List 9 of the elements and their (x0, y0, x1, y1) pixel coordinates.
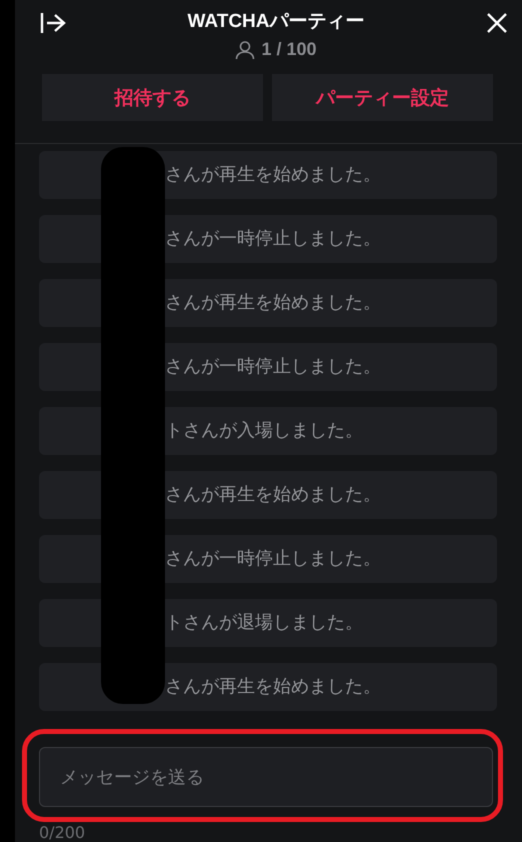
member-count: 1 / 100 (261, 39, 317, 60)
action-button[interactable]: パーティー設定 (272, 74, 493, 122)
person-icon (235, 40, 256, 60)
action-button[interactable]: 招待する (42, 74, 263, 122)
char-counter: 0/200 (39, 823, 86, 842)
party-title: WATCHAパーティー (188, 10, 364, 34)
exit-icon[interactable] (40, 12, 66, 34)
close-icon[interactable] (486, 12, 508, 34)
message-input[interactable]: メッセージを送る (39, 747, 493, 807)
